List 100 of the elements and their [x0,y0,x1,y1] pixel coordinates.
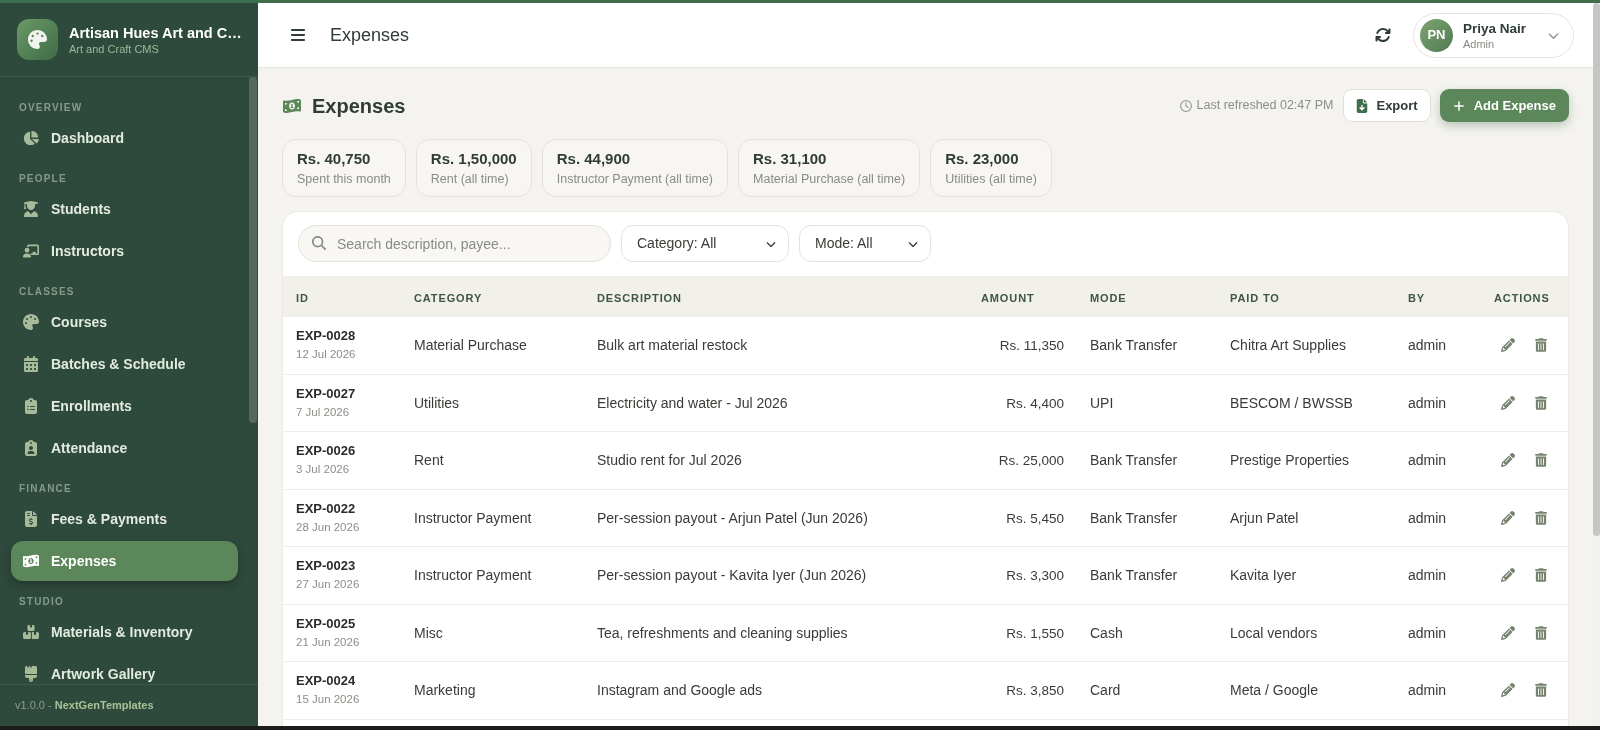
stacked-boxes-icon [23,624,39,640]
table-cell: Kavita Iyer [1230,567,1297,584]
table-cell: Marketing [414,682,476,699]
pencil-icon [1501,568,1515,583]
delete-button[interactable] [1535,395,1547,410]
mode-select[interactable]: Mode: All [799,225,931,262]
scrollbar-thumb[interactable] [249,77,257,423]
expense-id: EXP-0028 [296,328,357,345]
table-cell: UPI [1090,394,1114,411]
table-cell: Electricity and water - Jul 2026 [597,394,788,411]
category-select[interactable]: Category: All [621,225,789,262]
table-cell: Rs. 3,850 [1006,683,1064,699]
trash-icon [1535,568,1547,583]
expense-date: 27 Jun 2026 [296,577,361,593]
stat-label: Utilities (all time) [945,171,1037,187]
sidebar-item[interactable]: Materials & Inventory [11,612,238,652]
last-refreshed-text: Last refreshed 02:47 PM [1196,97,1334,115]
stat-label: Material Purchase (all time) [753,171,906,187]
table-cell: Bank Transfer [1090,452,1178,469]
table-cell: Rs. 4,400 [1006,395,1064,411]
table-cell: admin [1408,682,1447,699]
delete-button[interactable] [1535,510,1547,525]
sidebar-item[interactable]: Fees & Payments [11,499,238,539]
table-cell: Bank Transfer [1090,337,1178,354]
table-cell: Instagram and Google ads [597,682,762,699]
brand-subtitle: Art and Craft CMS [69,41,160,56]
trash-icon [1535,338,1547,353]
table-cell: Per-session payout - Arjun Patel (Jun 2026) [597,509,868,526]
graduate-icon [23,201,39,217]
table-cell: Instructor Payment [414,509,532,526]
section-heading: PEOPLE [18,172,68,186]
table-cell: Bank Transfer [1090,509,1178,526]
edit-button[interactable] [1501,625,1515,640]
pencil-icon [1501,625,1515,640]
expense-id: EXP-0023 [296,558,357,575]
column-header: AMOUNT [981,291,1035,304]
delete-button[interactable] [1535,683,1547,698]
scrollbar-thumb[interactable] [1593,3,1600,536]
sidebar-item[interactable]: Students [11,189,238,229]
edit-button[interactable] [1501,510,1515,525]
expense-id: EXP-0025 [296,615,357,632]
table-cell: admin [1408,509,1447,526]
table-cell: Rs. 5,450 [1006,510,1064,526]
delete-button[interactable] [1535,568,1547,583]
user-menu-button[interactable]: PN Priya Nair Admin [1412,12,1574,58]
sidebar-item[interactable]: Dashboard [11,118,238,158]
trash-icon [1535,625,1547,640]
pencil-icon [1501,453,1515,468]
table-cell: Rs. 25,000 [998,453,1064,469]
table-cell: Tea, refreshments and cleaning supplies [597,624,848,641]
stat-value: Rs. 31,100 [753,149,828,168]
edit-button[interactable] [1501,395,1515,410]
banknote-icon [282,97,302,114]
plus-icon [1452,99,1465,112]
column-header: PAID TO [1230,291,1280,304]
delete-button[interactable] [1535,338,1547,353]
expense-date: 28 Jun 2026 [296,519,361,535]
table-cell: Bank Transfer [1090,567,1178,584]
delete-button[interactable] [1535,453,1547,468]
sidebar-item[interactable]: Artwork Gallery [11,654,238,684]
sidebar-item[interactable]: Batches & Schedule [11,344,238,384]
section-heading: FINANCE [18,482,73,496]
clock-icon [1179,99,1192,112]
sidebar-item[interactable]: Enrollments [11,386,238,426]
table-cell: Rs. 1,550 [1006,625,1064,641]
banknote-icon [23,553,39,569]
search-field[interactable]: Search description, payee... [298,225,611,262]
stat-value: Rs. 44,900 [556,149,632,168]
table-cell: admin [1408,624,1447,641]
edit-button[interactable] [1501,453,1515,468]
table-cell: Misc [414,624,443,641]
brand-title: Artisan Hues Art and C… [69,23,241,42]
trash-icon [1535,510,1547,525]
export-button[interactable]: Export [1343,89,1431,122]
add-expense-button[interactable]: Add Expense [1439,89,1569,122]
pie-chart-icon [23,130,39,146]
pencil-icon [1501,338,1515,353]
table-cell: Studio rent for Jul 2026 [597,452,742,469]
table-cell: Bulk art material restock [597,337,748,354]
table-cell: admin [1408,337,1447,354]
edit-button[interactable] [1501,338,1515,353]
trash-icon [1535,395,1547,410]
expense-date: 15 Jun 2026 [296,692,361,708]
expense-date: 12 Jul 2026 [296,347,357,363]
edit-button[interactable] [1501,568,1515,583]
column-header: MODE [1090,291,1127,304]
refresh-icon [1374,27,1391,43]
sidebar-item[interactable]: Courses [11,302,238,342]
table-cell: admin [1408,567,1447,584]
delete-button[interactable] [1535,625,1547,640]
sidebar-item[interactable]: Instructors [11,231,238,271]
pencil-icon [1501,510,1515,525]
table-cell: Rs. 11,350 [999,338,1064,354]
expense-date: 7 Jul 2026 [296,404,351,420]
edit-button[interactable] [1501,683,1515,698]
sidebar-item[interactable]: Expenses [11,541,238,581]
sidebar-item[interactable]: Attendance [11,428,238,468]
stat-label: Instructor Payment (all time) [556,171,713,187]
pencil-icon [1501,683,1515,698]
column-header: BY [1408,291,1426,304]
